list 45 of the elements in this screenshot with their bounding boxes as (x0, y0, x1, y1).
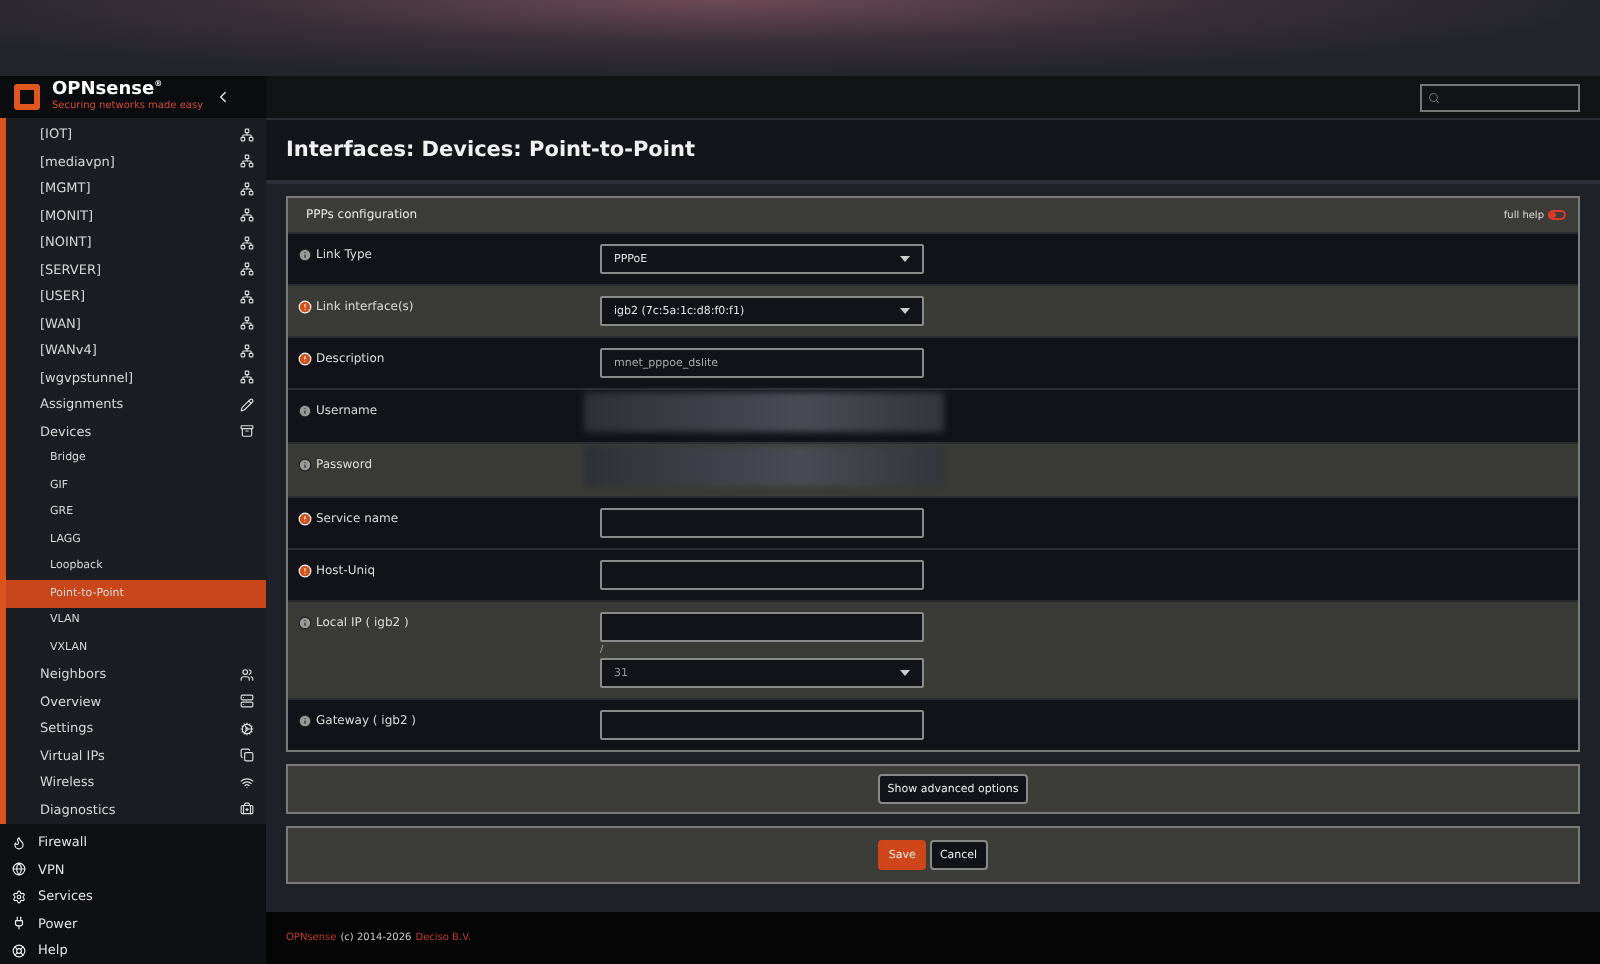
pencil-icon (240, 397, 254, 412)
blurred-field[interactable] (584, 392, 944, 432)
caret-icon (900, 308, 910, 314)
info-icon[interactable] (298, 714, 312, 728)
network-icon (240, 262, 254, 277)
plug-icon (12, 916, 26, 931)
network-icon (240, 235, 254, 250)
alert-icon[interactable] (298, 564, 312, 578)
search-field[interactable] (1420, 83, 1580, 111)
network-icon (240, 127, 254, 142)
copy-icon (240, 748, 254, 763)
logo-icon (12, 81, 42, 112)
network-icon (240, 289, 254, 304)
info-icon[interactable] (298, 616, 312, 630)
network-icon (240, 154, 254, 169)
page-title: Interfaces: Devices: Point-to-Point (286, 138, 695, 162)
network-icon (240, 370, 254, 385)
info-icon[interactable] (298, 458, 312, 472)
network-icon (240, 181, 254, 196)
caret-icon (900, 256, 910, 262)
toggle-icon (1548, 210, 1566, 220)
server-icon (240, 694, 254, 709)
briefcase-icon (240, 802, 254, 817)
info-icon[interactable] (298, 404, 312, 418)
globe-icon (12, 862, 26, 877)
users-icon (240, 667, 254, 682)
alert-icon[interactable] (298, 512, 312, 526)
input-field[interactable] (600, 710, 924, 740)
cog-icon (240, 721, 254, 736)
flame-icon (12, 835, 26, 850)
alert-icon[interactable] (298, 352, 312, 366)
archive-icon (240, 424, 254, 439)
input-field[interactable] (600, 508, 924, 538)
network-icon (240, 343, 254, 358)
network-icon (240, 208, 254, 223)
caret-icon (900, 670, 910, 676)
input-field[interactable] (600, 612, 924, 642)
settings-icon (12, 889, 26, 904)
lifebuoy-icon (12, 943, 26, 958)
search-icon (1428, 91, 1440, 103)
info-icon[interactable] (298, 248, 312, 262)
wifi-icon (240, 775, 254, 790)
input-field[interactable] (600, 560, 924, 590)
network-icon (240, 316, 254, 331)
alert-icon[interactable] (298, 300, 312, 314)
